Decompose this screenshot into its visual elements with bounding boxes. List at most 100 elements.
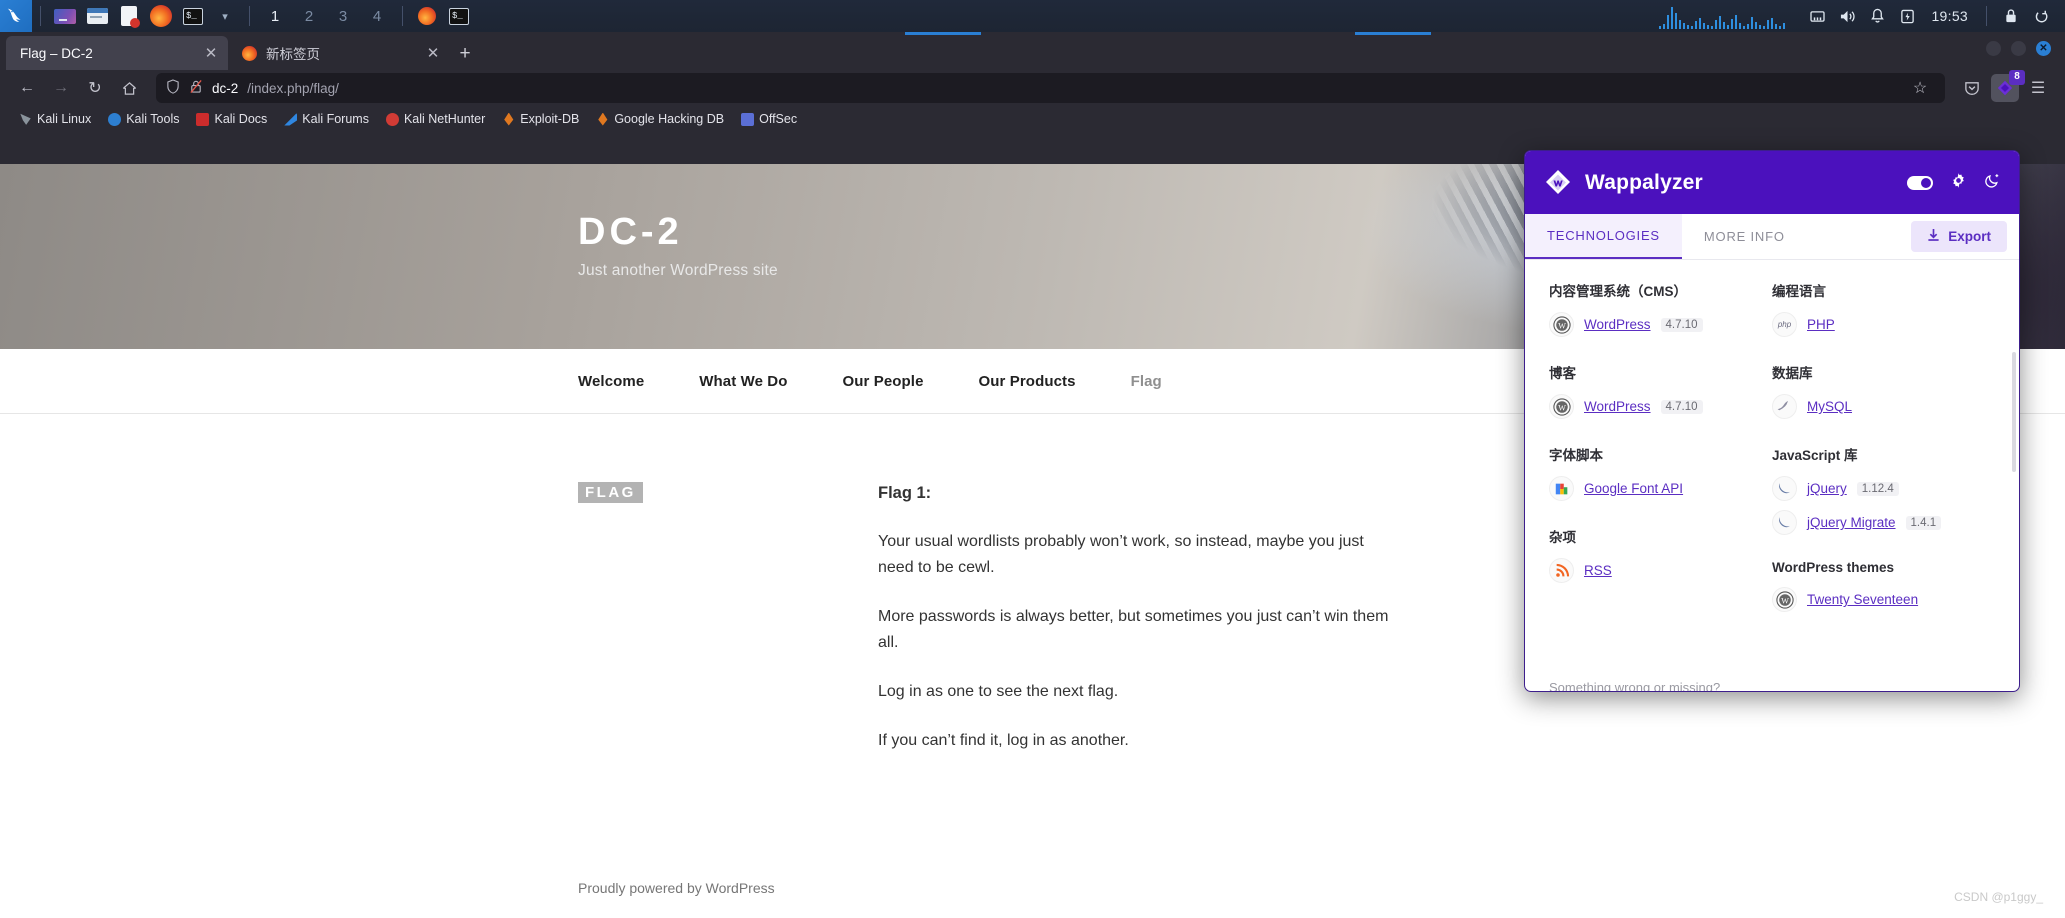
workspace-1[interactable]: 1 — [258, 8, 292, 25]
close-icon[interactable]: ✕ — [202, 44, 220, 62]
lock-crossed-icon[interactable] — [189, 79, 203, 97]
home-button[interactable] — [114, 73, 144, 103]
kali-dragon-icon[interactable] — [0, 0, 32, 32]
volume-icon[interactable] — [1833, 0, 1861, 32]
bookmark-kali-linux[interactable]: Kali Linux — [12, 110, 98, 128]
tab-technologies[interactable]: TECHNOLOGIES — [1525, 214, 1682, 259]
nav-item-flag[interactable]: Flag — [1131, 373, 1162, 390]
tab-more-info[interactable]: MORE INFO — [1682, 214, 1807, 259]
tech-link-wordpress[interactable]: WordPress — [1584, 317, 1651, 332]
browser-tab-flag-dc2[interactable]: Flag – DC-2 ✕ — [6, 36, 228, 70]
export-button[interactable]: Export — [1911, 221, 2007, 252]
pocket-icon[interactable] — [1957, 73, 1987, 103]
taskbar-divider — [40, 6, 41, 26]
bookmark-label: Google Hacking DB — [614, 112, 725, 126]
moon-icon[interactable] — [1984, 172, 2001, 194]
taskbar-clock[interactable]: 19:53 — [1923, 8, 1976, 24]
nav-item-our-products[interactable]: Our Products — [979, 373, 1076, 390]
firefox-window-icon[interactable] — [414, 3, 440, 29]
tech-link-php[interactable]: PHP — [1807, 317, 1835, 332]
tech-link-wordpress[interactable]: WordPress — [1584, 399, 1651, 414]
watermark: CSDN @p1ggy_ — [1954, 890, 2043, 904]
close-window-button[interactable] — [2036, 41, 2051, 56]
bookmark-kali-tools[interactable]: Kali Tools — [101, 110, 186, 128]
shield-icon[interactable] — [166, 79, 180, 97]
wappalyzer-extension-icon[interactable]: 8 — [1991, 70, 2025, 102]
tools-icon — [108, 112, 122, 126]
bookmark-kali-docs[interactable]: Kali Docs — [189, 110, 274, 128]
feedback-link[interactable]: Something wrong or missing? — [1549, 680, 1720, 691]
wappalyzer-panel: Wappalyzer TECHNOLOGIES MORE INFO Export… — [1524, 150, 2020, 692]
forward-button[interactable]: → — [46, 73, 76, 103]
tech-link-google-font-api[interactable]: Google Font API — [1584, 481, 1683, 496]
nav-item-what-we-do[interactable]: What We Do — [699, 373, 787, 390]
close-icon[interactable]: ✕ — [424, 44, 442, 62]
ghdb-icon — [598, 112, 608, 126]
svg-text:W: W — [1558, 321, 1566, 330]
category-wordpress-themes: WordPress themes — [1772, 560, 1895, 575]
nav-item-our-people[interactable]: Our People — [843, 373, 924, 390]
bookmark-star-icon[interactable]: ☆ — [1905, 73, 1935, 103]
text-editor-icon[interactable] — [116, 3, 142, 29]
workspace-4[interactable]: 4 — [360, 8, 394, 25]
extension-badge-count: 8 — [2009, 70, 2025, 85]
taskbar-divider-3 — [402, 6, 403, 26]
wappalyzer-diamond-icon — [1543, 168, 1573, 198]
terminal-window-icon[interactable] — [446, 3, 472, 29]
nethunter-icon — [385, 112, 399, 126]
tech-link-twenty-seventeen[interactable]: Twenty Seventeen — [1807, 592, 1918, 607]
bookmark-kali-forums[interactable]: Kali Forums — [277, 110, 376, 128]
bookmark-label: OffSec — [759, 112, 798, 126]
nav-item-welcome[interactable]: Welcome — [578, 373, 644, 390]
site-title[interactable]: DC-2 — [578, 211, 778, 254]
tech-row: W WordPress 4.7.10 — [1549, 312, 1772, 337]
new-tab-button[interactable]: + — [450, 40, 480, 70]
chevron-down-icon[interactable]: ▾ — [212, 3, 238, 29]
minimize-button[interactable] — [1986, 41, 2001, 56]
wappalyzer-title: Wappalyzer — [1585, 170, 1703, 194]
wappalyzer-results: 内容管理系统（CMS） W WordPress 4.7.10 博客 W Word — [1525, 260, 2019, 691]
tab-strip: Flag – DC-2 ✕ 新标签页 ✕ + — [0, 32, 2065, 70]
bookmark-label: Kali Linux — [37, 112, 92, 126]
file-manager-icon[interactable] — [84, 3, 110, 29]
notification-bell-icon[interactable] — [1863, 0, 1891, 32]
rss-icon — [1549, 558, 1574, 583]
jquery-icon — [1772, 510, 1797, 535]
tech-link-jquery-migrate[interactable]: jQuery Migrate — [1807, 515, 1896, 530]
taskbar-divider-2 — [249, 6, 250, 26]
url-bar[interactable]: dc-2/index.php/flag/ ☆ — [156, 73, 1945, 103]
gear-icon[interactable] — [1950, 172, 1967, 194]
tech-row: Google Font API — [1549, 476, 1772, 501]
tech-link-jquery[interactable]: jQuery — [1807, 481, 1847, 496]
panel-scrollbar[interactable] — [2012, 352, 2016, 472]
workspace-3[interactable]: 3 — [326, 8, 360, 25]
reload-button[interactable]: ↻ — [80, 73, 110, 103]
svg-text:W: W — [1558, 403, 1566, 412]
bookmark-exploit-db[interactable]: Exploit-DB — [495, 110, 586, 128]
firefox-icon[interactable] — [148, 3, 174, 29]
browser-tab-new-tab[interactable]: 新标签页 ✕ — [228, 36, 450, 70]
battery-icon[interactable] — [1893, 0, 1921, 32]
results-left-column: 内容管理系统（CMS） W WordPress 4.7.10 博客 W Word — [1549, 280, 1772, 691]
bookmark-google-hacking-db[interactable]: Google Hacking DB — [589, 110, 731, 128]
app-grid-icon[interactable] — [52, 3, 78, 29]
maximize-button[interactable] — [2011, 41, 2026, 56]
bookmark-offsec[interactable]: OffSec — [734, 110, 804, 128]
bookmark-kali-nethunter[interactable]: Kali NetHunter — [379, 110, 492, 128]
article-paragraph-1: Your usual wordlists probably won’t work… — [878, 533, 1364, 576]
hamburger-menu-icon[interactable]: ☰ — [2023, 73, 2053, 103]
power-icon[interactable] — [2027, 0, 2055, 32]
tech-version: 4.7.10 — [1660, 399, 1703, 414]
wappalyzer-header: Wappalyzer — [1525, 151, 2019, 214]
ethernet-icon[interactable] — [1803, 0, 1831, 32]
tab-title: Flag – DC-2 — [20, 45, 93, 61]
back-button[interactable]: ← — [12, 73, 42, 103]
tech-link-rss[interactable]: RSS — [1584, 563, 1612, 578]
terminal-icon[interactable] — [180, 3, 206, 29]
workspace-2[interactable]: 2 — [292, 8, 326, 25]
network-graph-icon[interactable] — [1659, 3, 1787, 29]
tech-link-mysql[interactable]: MySQL — [1807, 399, 1852, 414]
power-toggle[interactable] — [1907, 175, 1933, 190]
footer-credit[interactable]: Proudly powered by WordPress — [578, 880, 775, 896]
lock-icon[interactable] — [1997, 0, 2025, 32]
